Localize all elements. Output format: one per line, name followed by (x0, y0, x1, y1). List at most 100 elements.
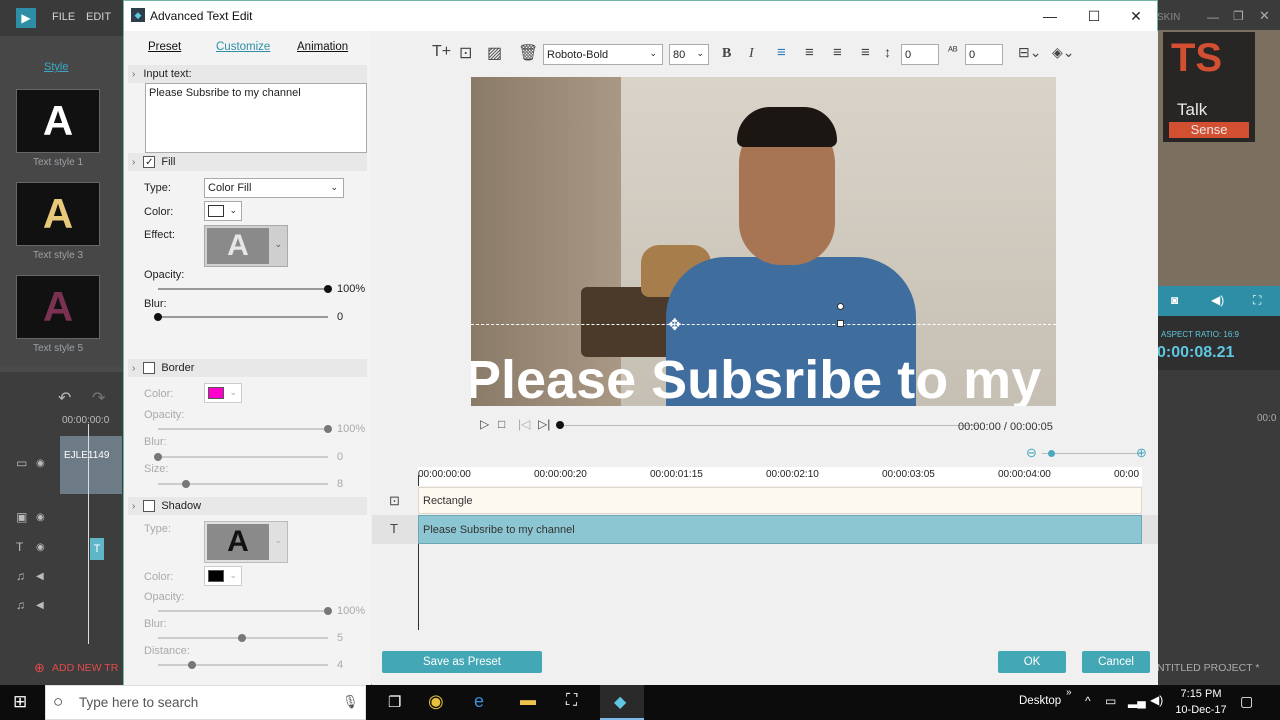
text-style-tile-5[interactable]: A (16, 275, 100, 339)
font-select[interactable]: Roboto-Bold ⌄ (543, 44, 663, 65)
minimize-button[interactable]: — (1040, 7, 1060, 25)
fill-effect-picker[interactable]: A ⌄ (204, 225, 288, 267)
add-image-icon[interactable]: ▨ (487, 43, 502, 63)
align-right-icon[interactable]: ≡ (833, 44, 842, 61)
shadow-opacity-knob[interactable] (324, 607, 332, 615)
fill-blur-slider[interactable] (158, 316, 328, 318)
volume-icon[interactable]: ◀) (1211, 293, 1224, 307)
layers-icon[interactable]: ◈⌄ (1052, 44, 1075, 61)
style-tab[interactable]: Style (44, 61, 68, 73)
zoom-in-icon[interactable]: ⊕ (1136, 445, 1147, 461)
text-clip[interactable]: T (90, 538, 104, 560)
tab-preset[interactable]: Preset (148, 41, 181, 53)
text-bounding-box[interactable] (471, 324, 1056, 325)
redo-icon[interactable]: ↷ (92, 388, 105, 408)
chevron-up-icon[interactable]: ^ (1085, 694, 1091, 708)
fill-opacity-slider[interactable] (158, 288, 328, 290)
play-icon[interactable]: ▷ (480, 417, 489, 431)
notifications-icon[interactable]: ▢ (1240, 693, 1253, 710)
add-text-icon[interactable]: T+ (432, 43, 451, 61)
task-view-icon[interactable]: ❐ (388, 693, 401, 711)
track-clip-text[interactable]: Please Subsribe to my channel (418, 515, 1142, 544)
undo-icon[interactable]: ↶ (58, 388, 71, 408)
close-icon[interactable]: ✕ (1259, 8, 1270, 24)
zoom-knob[interactable] (1048, 450, 1055, 457)
chevron-icon[interactable]: » (1066, 687, 1072, 698)
filmora-taskbar-item[interactable]: ◆ (600, 685, 644, 720)
save-as-preset-button[interactable]: Save as Preset (382, 651, 542, 673)
fullscreen-icon[interactable]: ⛶ (1253, 293, 1261, 308)
prev-frame-icon[interactable]: |◁ (518, 417, 530, 431)
timeline-ruler[interactable]: 00:00:00:00 00:00:00:20 00:00:01:15 00:0… (418, 467, 1142, 487)
eye-icon[interactable]: ◉ (36, 512, 45, 523)
fill-opacity-knob[interactable] (324, 285, 332, 293)
shadow-checkbox[interactable] (143, 500, 156, 512)
zoom-out-icon[interactable]: ⊖ (1026, 445, 1037, 461)
microphone-icon[interactable]: 🎙 (342, 694, 359, 710)
battery-icon[interactable]: ▭ (1105, 694, 1116, 708)
text-style-tile-3[interactable]: A (16, 182, 100, 246)
border-checkbox[interactable] (143, 362, 156, 374)
video-clip[interactable]: EJLE1149 (60, 436, 122, 494)
border-blur-slider[interactable] (158, 456, 328, 458)
resize-handle[interactable] (837, 320, 844, 327)
camera-icon[interactable]: ◙ (1171, 293, 1178, 307)
menu-file[interactable]: FILE (52, 11, 75, 23)
delete-icon[interactable]: 🗑 (518, 43, 538, 63)
close-button[interactable]: ✕ (1126, 7, 1146, 25)
tab-animation[interactable]: Animation (297, 41, 348, 53)
eye-icon[interactable]: ◉ (36, 542, 45, 553)
input-text-section[interactable]: › Input text: (128, 65, 367, 83)
track-clip-rectangle[interactable]: Rectangle (418, 487, 1142, 514)
ok-button[interactable]: OK (998, 651, 1066, 673)
minimize-icon[interactable]: — (1207, 10, 1219, 24)
text-style-tile-1[interactable]: A (16, 89, 100, 153)
fill-type-select[interactable]: Color Fill ⌄ (204, 178, 344, 198)
zoom-slider[interactable] (1042, 453, 1142, 454)
eye-icon[interactable]: ◉ (36, 458, 45, 469)
line-spacing-input[interactable]: 0 (901, 44, 939, 65)
shadow-section[interactable]: › Shadow (128, 497, 367, 515)
shadow-opacity-slider[interactable] (158, 610, 328, 612)
rotate-handle[interactable] (837, 303, 844, 310)
shadow-distance-knob[interactable] (188, 661, 196, 669)
cancel-button[interactable]: Cancel (1082, 651, 1150, 673)
edge-icon[interactable]: e (474, 691, 484, 712)
add-icon[interactable]: ⊕ (34, 660, 45, 676)
speaker-icon[interactable]: ◀ (36, 571, 44, 582)
tab-customize[interactable]: Customize (216, 41, 270, 53)
windows-start-icon[interactable]: ⊞ (13, 692, 27, 712)
volume-icon[interactable]: ◀) (1150, 693, 1163, 707)
shadow-blur-knob[interactable] (238, 634, 246, 642)
fill-color-picker[interactable]: ⌄ (204, 201, 242, 221)
network-icon[interactable]: ▂▄ (1128, 694, 1146, 708)
border-opacity-knob[interactable] (324, 425, 332, 433)
add-new-track[interactable]: ADD NEW TR (52, 662, 118, 674)
italic-button[interactable]: I (749, 46, 754, 62)
maximize-button[interactable]: ☐ (1084, 7, 1104, 25)
next-frame-icon[interactable]: ▷| (538, 417, 550, 431)
shadow-distance-slider[interactable] (158, 664, 328, 666)
input-text-area[interactable]: Please Subsribe to my channel (145, 83, 367, 153)
shadow-color-picker[interactable]: ⌄ (204, 566, 242, 586)
align-left-icon[interactable]: ≡ (777, 44, 786, 61)
bold-button[interactable]: B (722, 46, 731, 62)
add-shape-icon[interactable]: ⊡ (459, 43, 472, 63)
speaker-icon[interactable]: ◀ (36, 600, 44, 611)
chrome-icon[interactable]: ◉ (428, 691, 444, 712)
char-spacing-input[interactable]: 0 (965, 44, 1003, 65)
clock-date[interactable]: 10-Dec-17 (1174, 704, 1228, 716)
border-opacity-slider[interactable] (158, 428, 328, 430)
desktop-toolbar[interactable]: Desktop (1019, 695, 1061, 707)
clock-time[interactable]: 7:15 PM (1176, 688, 1226, 700)
shadow-type-picker[interactable]: A ⌄ (204, 521, 288, 563)
restore-icon[interactable]: ❐ (1233, 9, 1244, 23)
search-box[interactable]: ○ Type here to search 🎙 (45, 685, 366, 720)
file-explorer-icon[interactable]: ▬ (520, 692, 536, 710)
move-handle-icon[interactable]: ✥ (668, 315, 681, 335)
preview-title-text[interactable]: Please Subsribe to my ch (471, 349, 1056, 406)
store-icon[interactable]: ⛶ (566, 692, 577, 710)
scrubber-knob[interactable] (556, 421, 564, 429)
border-size-knob[interactable] (182, 480, 190, 488)
fill-checkbox[interactable]: ✓ (143, 156, 156, 168)
